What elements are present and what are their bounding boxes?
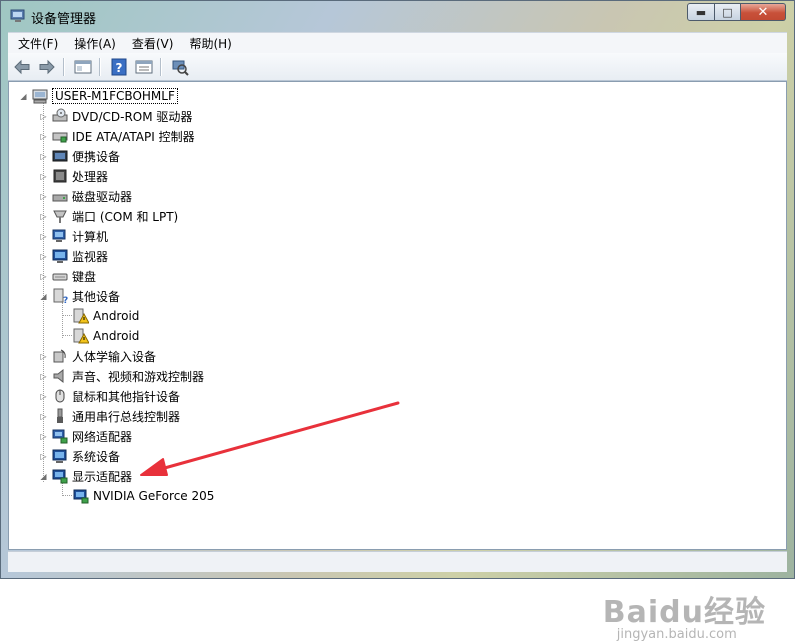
watermark-brand: Baidu经验 [602, 595, 766, 630]
annotation-arrow [140, 401, 400, 476]
baidu-jingyan-watermark: Baidu经验 jingyan.baidu.com [603, 587, 766, 642]
device-manager-window: 设备管理器 ▬ □ ✕ 文件(F) 操作(A) 查看(V) 帮助(H) ? ◢ … [0, 0, 795, 642]
